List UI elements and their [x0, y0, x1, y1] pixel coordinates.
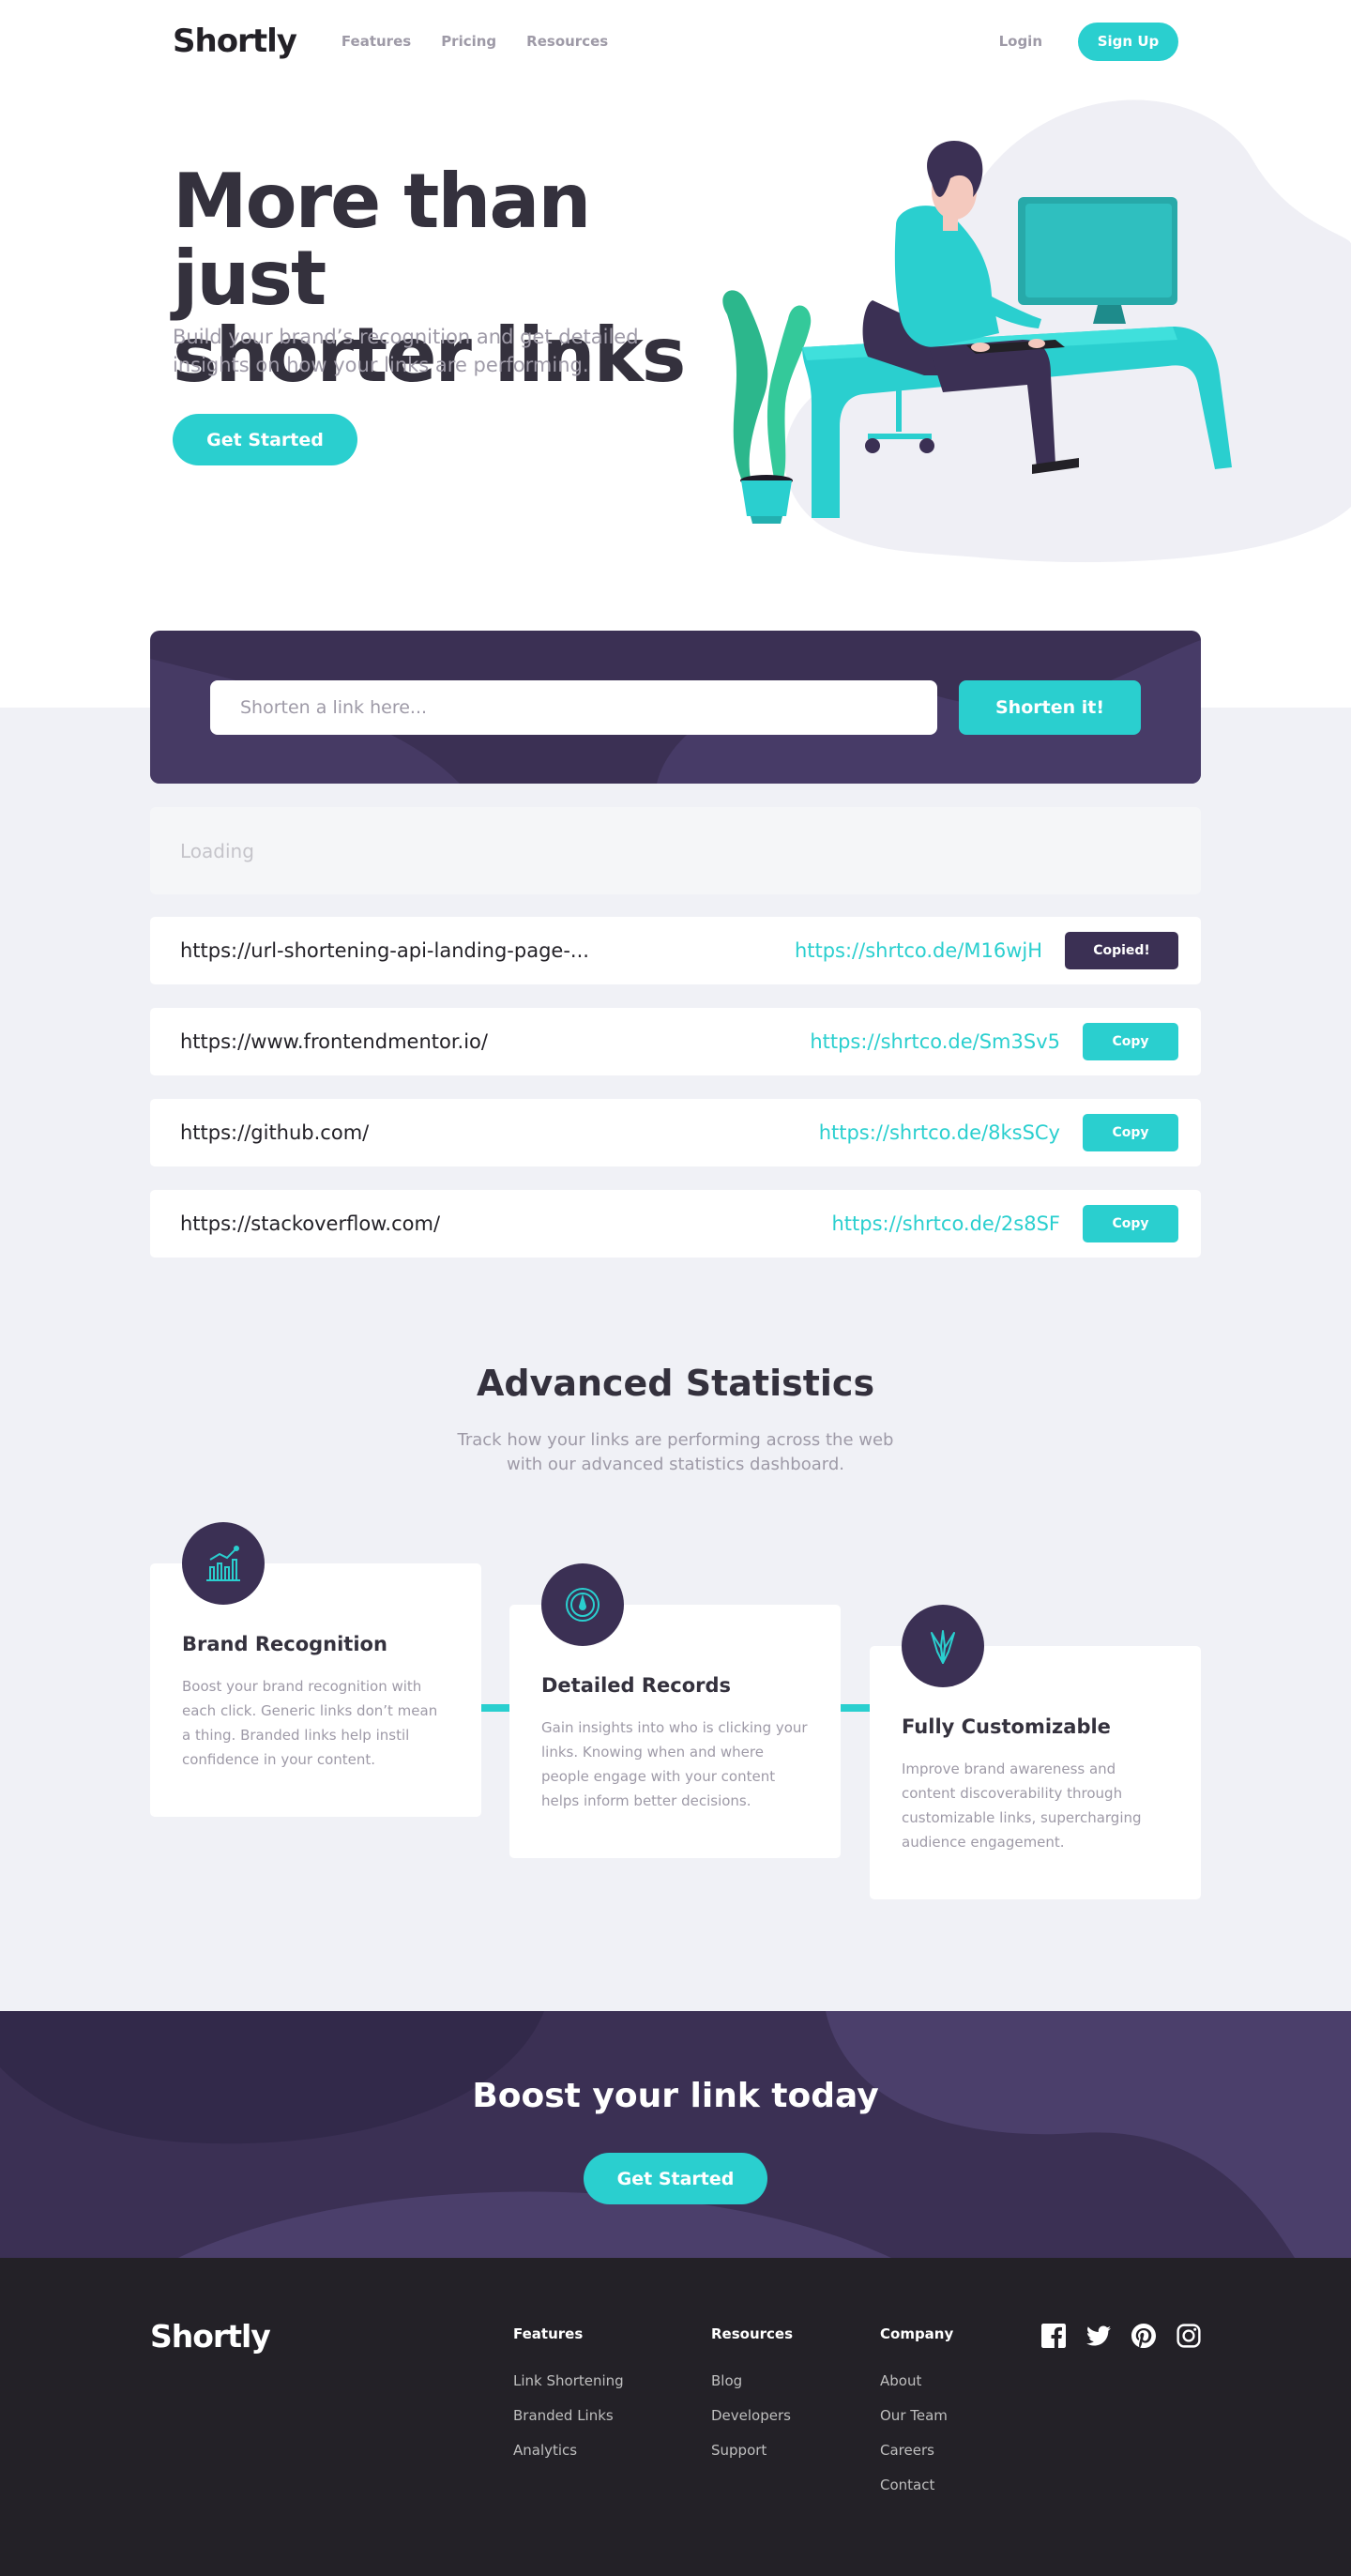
original-url: https://www.frontendmentor.io/ [180, 1030, 488, 1053]
signup-button[interactable]: Sign Up [1078, 22, 1178, 61]
copy-button[interactable]: Copy [1083, 1023, 1178, 1060]
boost-get-started-button[interactable]: Get Started [584, 2153, 767, 2204]
pinterest-icon[interactable] [1131, 2324, 1156, 2348]
loading-indicator: Loading [150, 807, 1201, 894]
original-url: https://url-shortening-api-landing-page-… [180, 939, 589, 962]
site-footer: Shortly Features Link Shortening Branded… [0, 2258, 1351, 2576]
hero-get-started-button[interactable]: Get Started [173, 414, 357, 465]
boost-section: Boost your link today Get Started [0, 2011, 1351, 2258]
stats-connector [481, 1704, 509, 1712]
logo[interactable]: Shortly [173, 23, 297, 60]
footer-link[interactable]: Contact [880, 2477, 953, 2493]
stat-card-fully-customizable: Fully Customizable Improve brand awarene… [870, 1605, 1201, 1899]
original-url: https://github.com/ [180, 1121, 370, 1144]
login-link[interactable]: Login [999, 33, 1042, 50]
footer-column-title: Resources [711, 2325, 794, 2342]
facebook-icon[interactable] [1041, 2324, 1066, 2348]
footer-logo[interactable]: Shortly [150, 2318, 271, 2355]
hero-subtitle: Build your brand’s recognition and get d… [173, 326, 639, 376]
link-result-row: https://stackoverflow.com/ https://shrtc… [150, 1190, 1201, 1258]
copied-button[interactable]: Copied! [1065, 932, 1178, 969]
main-nav: Features Pricing Resources [342, 33, 608, 50]
nav-pricing[interactable]: Pricing [441, 33, 496, 50]
chart-icon [182, 1522, 265, 1605]
stat-card-brand-recognition: Brand Recognition Boost your brand recog… [150, 1522, 481, 1817]
nav-features[interactable]: Features [342, 33, 411, 50]
shorten-button[interactable]: Shorten it! [959, 680, 1141, 735]
boost-title: Boost your link today [472, 2077, 879, 2115]
stat-card-text: Gain insights into who is clicking your … [541, 1719, 808, 1809]
footer-link[interactable]: Blog [711, 2372, 793, 2389]
link-result-row: https://www.frontendmentor.io/ https://s… [150, 1008, 1201, 1075]
footer-link[interactable]: Our Team [880, 2407, 953, 2424]
short-url[interactable]: https://shrtco.de/8ksSCy [819, 1121, 1060, 1144]
stat-card-text: Improve brand awareness and content disc… [902, 1761, 1142, 1851]
footer-link[interactable]: About [880, 2372, 953, 2389]
stats-connector [841, 1704, 871, 1712]
footer-link[interactable]: Branded Links [513, 2407, 624, 2424]
footer-column-title: Company [880, 2325, 954, 2342]
shorten-url-input[interactable] [210, 680, 937, 735]
social-links [1041, 2324, 1201, 2348]
stat-card-title: Fully Customizable [902, 1715, 1111, 1738]
original-url: https://stackoverflow.com/ [180, 1212, 441, 1235]
stats-title: Advanced Statistics [476, 1363, 875, 1404]
stat-card-title: Brand Recognition [182, 1633, 387, 1655]
footer-column-features: Features Link Shortening Branded Links A… [513, 2325, 624, 2477]
stat-card-text: Boost your brand recognition with each c… [182, 1678, 438, 1768]
twitter-icon[interactable] [1086, 2324, 1111, 2348]
footer-column-company: Company About Our Team Careers Contact [880, 2325, 953, 2511]
short-url[interactable]: https://shrtco.de/2s8SF [832, 1212, 1061, 1235]
gauge-icon [541, 1563, 624, 1646]
site-header: Shortly Features Pricing Resources Login… [173, 17, 1178, 66]
footer-column-resources: Resources Blog Developers Support [711, 2325, 793, 2477]
link-result-row: https://url-shortening-api-landing-page-… [150, 917, 1201, 984]
boost-bg-pattern [0, 2011, 1351, 2258]
stat-card-title: Detailed Records [541, 1674, 732, 1697]
short-url[interactable]: https://shrtco.de/Sm3Sv5 [810, 1030, 1060, 1053]
instagram-icon[interactable] [1176, 2324, 1201, 2348]
footer-link[interactable]: Developers [711, 2407, 793, 2424]
nav-resources[interactable]: Resources [526, 33, 608, 50]
footer-link[interactable]: Support [711, 2442, 793, 2459]
footer-link[interactable]: Analytics [513, 2442, 624, 2459]
footer-link[interactable]: Careers [880, 2442, 953, 2459]
hero-title-line1: More than just [173, 158, 591, 322]
working-illustration [708, 94, 1351, 572]
short-url[interactable]: https://shrtco.de/M16wjH [795, 939, 1042, 962]
brushes-icon [902, 1605, 984, 1687]
copy-button[interactable]: Copy [1083, 1114, 1178, 1151]
shorten-form: Shorten it! [150, 631, 1201, 784]
footer-link[interactable]: Link Shortening [513, 2372, 624, 2389]
copy-button[interactable]: Copy [1083, 1205, 1178, 1242]
footer-column-title: Features [513, 2325, 584, 2342]
stats-subtitle: Track how your links are performing acro… [457, 1430, 894, 1474]
link-result-row: https://github.com/ https://shrtco.de/8k… [150, 1099, 1201, 1166]
header-actions: Login Sign Up [999, 22, 1178, 61]
stat-card-detailed-records: Detailed Records Gain insights into who … [509, 1563, 841, 1858]
